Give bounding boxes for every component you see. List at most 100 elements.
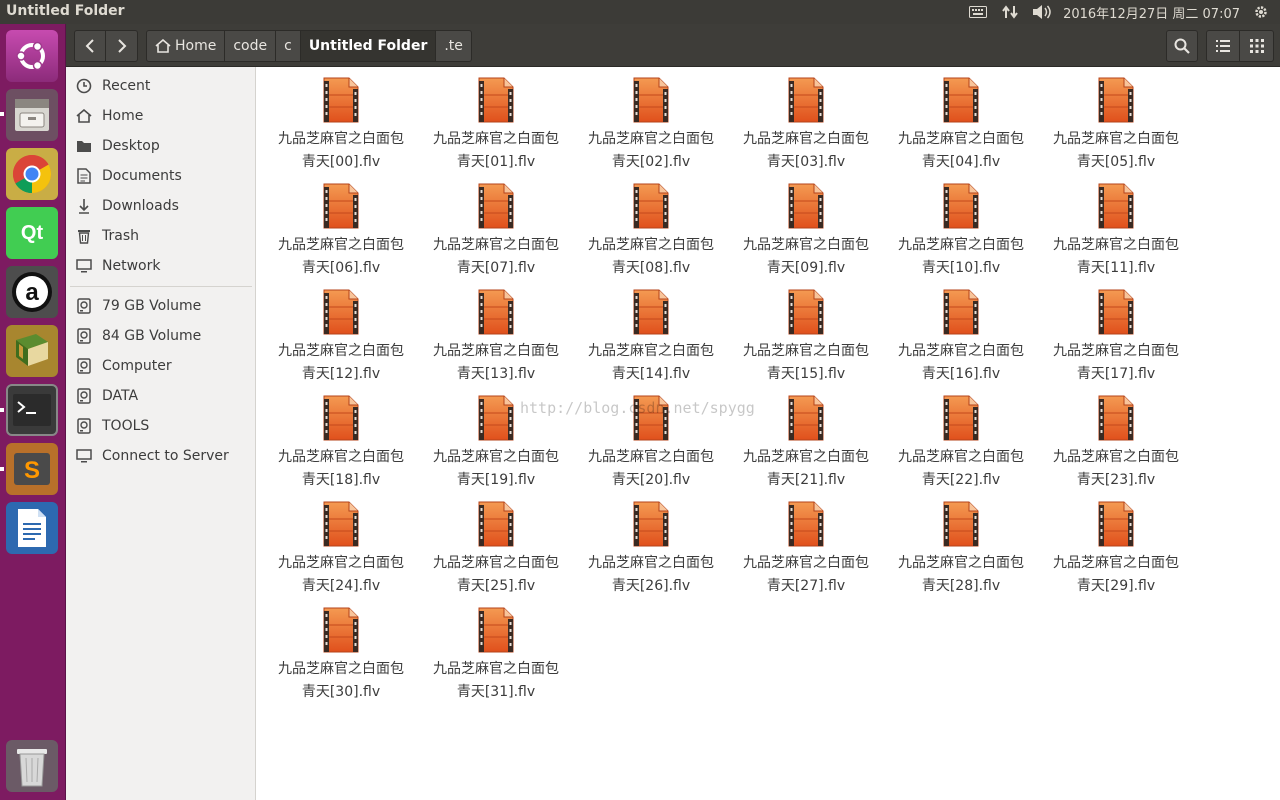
file-item[interactable]: 九品芝麻官之白面包 青天[15].flv <box>731 283 881 387</box>
file-item[interactable]: 九品芝麻官之白面包 青天[23].flv <box>1041 389 1191 493</box>
file-item[interactable]: 九品芝麻官之白面包 青天[29].flv <box>1041 495 1191 599</box>
home-icon <box>155 39 171 53</box>
sidebar-item-network[interactable]: Network <box>66 251 252 281</box>
file-name: 九品芝麻官之白面包 青天[12].flv <box>266 340 416 386</box>
file-item[interactable]: 九品芝麻官之白面包 青天[17].flv <box>1041 283 1191 387</box>
file-item[interactable]: 九品芝麻官之白面包 青天[09].flv <box>731 177 881 281</box>
file-item[interactable]: 九品芝麻官之白面包 青天[00].flv <box>266 71 416 175</box>
file-name-line2: 青天[20].flv <box>611 472 691 488</box>
file-item[interactable]: 九品芝麻官之白面包 青天[08].flv <box>576 177 726 281</box>
qt-creator-icon[interactable]: Qt <box>6 207 58 259</box>
file-item[interactable]: 九品芝麻官之白面包 青天[03].flv <box>731 71 881 175</box>
clock-datetime[interactable]: 2016年12月27日 周二 07:07 <box>1063 3 1240 22</box>
trash-icon[interactable] <box>6 740 58 792</box>
file-item[interactable]: 九品芝麻官之白面包 青天[07].flv <box>421 177 571 281</box>
volume-icon[interactable] <box>1031 1 1053 23</box>
file-name-line2: 青天[04].flv <box>921 154 1001 170</box>
crumb-label: Home <box>175 38 217 54</box>
network-transfer-icon[interactable] <box>999 1 1021 23</box>
sublime-text-icon[interactable]: S <box>6 443 58 495</box>
file-name-line2: 青天[05].flv <box>1076 154 1156 170</box>
file-item[interactable]: 九品芝麻官之白面包 青天[01].flv <box>421 71 571 175</box>
terminal-icon[interactable] <box>6 384 58 436</box>
crumb-current-folder[interactable]: Untitled Folder <box>300 30 437 62</box>
video-file-icon <box>942 501 980 547</box>
file-item[interactable]: 九品芝麻官之白面包 青天[30].flv <box>266 601 416 705</box>
crumb-code[interactable]: code <box>225 30 277 62</box>
file-name: 九品芝麻官之白面包 青天[17].flv <box>1041 340 1191 386</box>
file-item[interactable]: 九品芝麻官之白面包 青天[14].flv <box>576 283 726 387</box>
sidebar-item-label: 84 GB Volume <box>102 328 202 344</box>
sidebar-item-data[interactable]: DATA <box>66 381 252 411</box>
list-view-button[interactable] <box>1206 30 1240 62</box>
watermark-text: http://blog.csdn.net/spygg <box>520 399 755 417</box>
sidebar-item-recent[interactable]: Recent <box>66 71 252 101</box>
top-panel: Untitled Folder 2016年12月27日 周二 07:07 <box>0 0 1280 24</box>
files-app-icon[interactable] <box>6 89 58 141</box>
file-item[interactable]: 九品芝麻官之白面包 青天[11].flv <box>1041 177 1191 281</box>
file-name-line1: 九品芝麻官之白面包 <box>278 449 404 465</box>
chevron-left-icon <box>85 39 94 53</box>
book-app-icon[interactable] <box>6 325 58 377</box>
forward-button[interactable] <box>106 30 138 62</box>
file-item[interactable]: 九品芝麻官之白面包 青天[04].flv <box>886 71 1036 175</box>
file-item[interactable]: 九品芝麻官之白面包 青天[18].flv <box>266 389 416 493</box>
grid-view-button[interactable] <box>1240 30 1274 62</box>
file-item[interactable]: 九品芝麻官之白面包 青天[26].flv <box>576 495 726 599</box>
video-file-icon <box>1097 77 1135 123</box>
network-icon <box>66 259 102 273</box>
file-name-line1: 九品芝麻官之白面包 <box>1053 555 1179 571</box>
keyboard-icon[interactable] <box>967 1 989 23</box>
file-item[interactable]: 九品芝麻官之白面包 青天[28].flv <box>886 495 1036 599</box>
file-item[interactable]: 九品芝麻官之白面包 青天[10].flv <box>886 177 1036 281</box>
sidebar-item-trash[interactable]: Trash <box>66 221 252 251</box>
search-button[interactable] <box>1166 30 1198 62</box>
crumb-label: Untitled Folder <box>308 38 428 54</box>
sidebar-item-downloads[interactable]: Downloads <box>66 191 252 221</box>
file-item[interactable]: 九品芝麻官之白面包 青天[24].flv <box>266 495 416 599</box>
sidebar-item-documents[interactable]: Documents <box>66 161 252 191</box>
sidebar-item-79gb-volume[interactable]: 79 GB Volume <box>66 291 252 321</box>
writer-icon[interactable] <box>6 502 58 554</box>
video-file-icon <box>632 289 670 335</box>
ubuntu-dash-icon[interactable] <box>6 30 58 82</box>
sidebar-item-desktop[interactable]: Desktop <box>66 131 252 161</box>
file-name-line1: 九品芝麻官之白面包 <box>743 237 869 253</box>
video-file-icon <box>632 77 670 123</box>
file-name-line1: 九品芝麻官之白面包 <box>433 661 559 677</box>
file-name-line2: 青天[18].flv <box>301 472 381 488</box>
file-item[interactable]: 九品芝麻官之白面包 青天[06].flv <box>266 177 416 281</box>
sidebar-item-connect-to-server[interactable]: Connect to Server <box>66 441 252 471</box>
amarok-icon[interactable]: a <box>6 266 58 318</box>
file-name-line2: 青天[07].flv <box>456 260 536 276</box>
file-item[interactable]: 九品芝麻官之白面包 青天[16].flv <box>886 283 1036 387</box>
file-name-line1: 九品芝麻官之白面包 <box>278 237 404 253</box>
file-item[interactable]: 九品芝麻官之白面包 青天[31].flv <box>421 601 571 705</box>
file-item[interactable]: 九品芝麻官之白面包 青天[25].flv <box>421 495 571 599</box>
file-name-line2: 青天[06].flv <box>301 260 381 276</box>
video-file-icon <box>787 501 825 547</box>
sidebar-item-home[interactable]: Home <box>66 101 252 131</box>
drive-icon <box>66 418 102 434</box>
crumb-c[interactable]: c <box>276 30 301 62</box>
file-item[interactable]: 九品芝麻官之白面包 青天[05].flv <box>1041 71 1191 175</box>
video-file-icon <box>787 395 825 441</box>
chrome-icon[interactable] <box>6 148 58 200</box>
file-item[interactable]: 九品芝麻官之白面包 青天[12].flv <box>266 283 416 387</box>
sidebar-item-tools[interactable]: TOOLS <box>66 411 252 441</box>
gear-icon[interactable] <box>1250 1 1272 23</box>
file-item[interactable]: 九品芝麻官之白面包 青天[02].flv <box>576 71 726 175</box>
file-item[interactable]: 九品芝麻官之白面包 青天[27].flv <box>731 495 881 599</box>
sidebar-item-84gb-volume[interactable]: 84 GB Volume <box>66 321 252 351</box>
back-button[interactable] <box>74 30 106 62</box>
file-name-line2: 青天[11].flv <box>1076 260 1156 276</box>
crumb-te[interactable]: .te <box>436 30 472 62</box>
file-item[interactable]: 九品芝麻官之白面包 青天[22].flv <box>886 389 1036 493</box>
sidebar-item-computer[interactable]: Computer <box>66 351 252 381</box>
file-name-line2: 青天[09].flv <box>766 260 846 276</box>
crumb-home[interactable]: Home <box>146 30 226 62</box>
clock-icon <box>66 78 102 94</box>
file-name-line1: 九品芝麻官之白面包 <box>278 661 404 677</box>
file-item[interactable]: 九品芝麻官之白面包 青天[13].flv <box>421 283 571 387</box>
file-name-line1: 九品芝麻官之白面包 <box>588 343 714 359</box>
